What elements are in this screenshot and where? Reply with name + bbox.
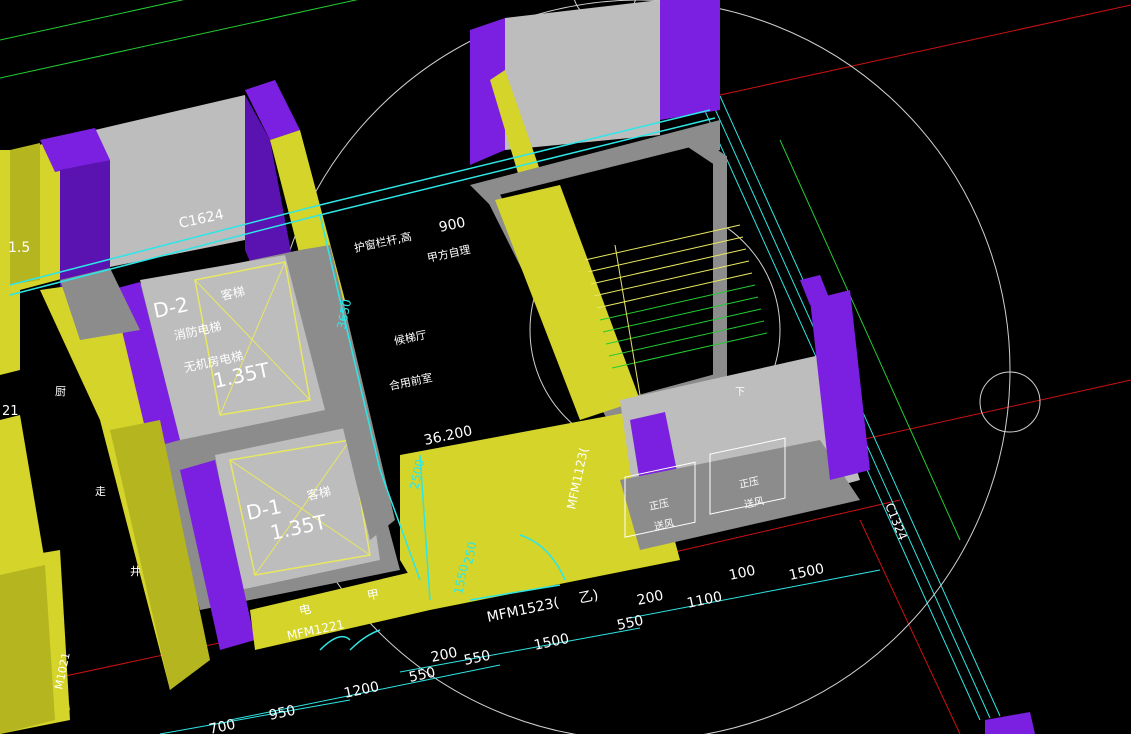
- dimension-value: 1500: [533, 631, 571, 654]
- isometric-floor-plan[interactable]: C1624 1.5 护窗栏杆,高 900 甲方自理 3650 候梯厅 合用前室 …: [0, 0, 1131, 734]
- cad-viewport[interactable]: C1624 1.5 护窗栏杆,高 900 甲方自理 3650 候梯厅 合用前室 …: [0, 0, 1131, 734]
- stair-core: [479, 132, 727, 420]
- label-elevator-hall: 候梯厅: [393, 327, 428, 348]
- label-side-walk: 走: [95, 485, 106, 498]
- dimension-value: 1100: [686, 589, 724, 612]
- dimension-value: 950: [268, 703, 297, 724]
- dimension-value: 200: [636, 588, 665, 609]
- dimension-value: 550: [408, 665, 437, 686]
- dimension-value: 550: [616, 613, 645, 634]
- label-side-shaft: 井: [130, 564, 141, 578]
- label-door-mfm1523: MFM1523(: [486, 595, 561, 626]
- label-dim-1-5: 1.5: [8, 240, 30, 256]
- dimension-value: 1500: [788, 561, 826, 584]
- dimension-value: 200: [430, 645, 459, 666]
- dimension-value: 550: [463, 648, 492, 669]
- label-railing: 护窗栏杆,高: [353, 229, 413, 255]
- dimension-value: 1200: [343, 679, 381, 702]
- label-owner-managed: 甲方自理: [426, 242, 472, 265]
- label-grade-yi: 乙): [578, 587, 600, 607]
- label-down: 下: [735, 387, 745, 398]
- label-railing-height: 900: [438, 215, 467, 236]
- dimension-value: 700: [208, 717, 237, 734]
- label-side-21: 21: [2, 404, 19, 419]
- label-shared-front: 合用前室: [388, 370, 434, 393]
- dimension-value: 100: [728, 563, 757, 584]
- label-side-kitchen: 厨: [55, 385, 66, 398]
